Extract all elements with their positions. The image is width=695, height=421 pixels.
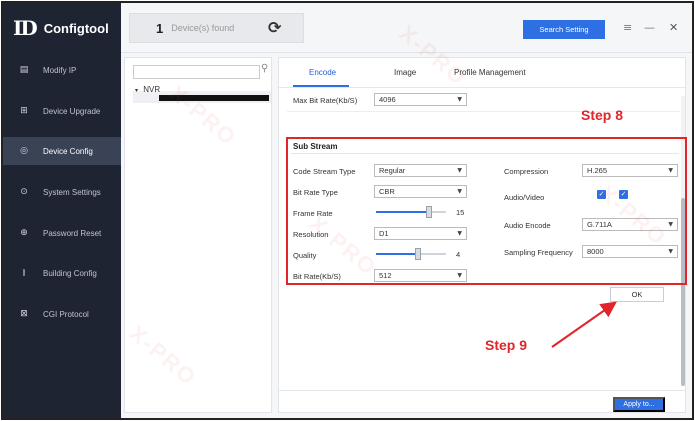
- divider: [279, 390, 685, 391]
- minimize-icon[interactable]: —: [644, 21, 655, 34]
- sidebar-item-building-config[interactable]: ⫾ Building Config: [3, 259, 121, 287]
- device-config-icon: ◎: [20, 146, 28, 156]
- chevron-down-icon[interactable]: ▾: [135, 88, 138, 94]
- sidebar-item-system-settings[interactable]: ⊙ System Settings: [3, 178, 121, 206]
- cgi-protocol-icon: ⊠: [20, 309, 28, 319]
- device-count-label: Device(s) found: [171, 23, 235, 33]
- sidebar-item-label: Password Reset: [43, 228, 102, 238]
- sidebar: ID Configtool ▤ Modify IP ⊞ Device Upgra…: [3, 3, 121, 418]
- refresh-icon[interactable]: ⟳: [268, 18, 288, 38]
- tab-bar: Encode Image Profile Management: [279, 58, 685, 88]
- sidebar-item-label: System Settings: [43, 187, 101, 197]
- device-tree-panel: ⚲ ▾ NVR: [124, 57, 272, 413]
- step9-annotation: Step 9: [485, 337, 528, 353]
- sidebar-item-label: Building Config: [43, 268, 97, 278]
- building-icon: ⫾: [22, 268, 26, 278]
- tab-image[interactable]: Image: [394, 68, 416, 77]
- sidebar-item-label: Modify IP: [43, 65, 77, 75]
- app-logo: ID Configtool: [13, 13, 109, 43]
- tree-node-redacted-device[interactable]: [159, 95, 269, 101]
- max-bit-rate-label: Max Bit Rate(Kb/S): [293, 96, 358, 105]
- max-bit-rate-value: 4096: [379, 95, 396, 104]
- sidebar-item-label: Device Config: [43, 146, 93, 156]
- device-search-input[interactable]: [133, 65, 260, 79]
- upgrade-icon: ⊞: [20, 106, 28, 116]
- system-settings-icon: ⊙: [20, 187, 28, 197]
- top-bar: 1 Device(s) found ⟳ Search Setting ≡ — ✕: [121, 3, 692, 53]
- sidebar-item-cgi-protocol[interactable]: ⊠ CGI Protocol: [3, 300, 121, 328]
- logo-icon: ID: [13, 16, 38, 40]
- tree-node-label: NVR: [143, 85, 161, 94]
- app-title: Configtool: [43, 20, 109, 36]
- sidebar-item-password-reset[interactable]: ⊕ Password Reset: [3, 219, 121, 247]
- max-bit-rate-select[interactable]: 4096 ▼: [374, 93, 467, 106]
- search-setting-button[interactable]: Search Setting: [523, 20, 605, 39]
- lock-icon: ⊕: [20, 228, 28, 238]
- sidebar-item-modify-ip[interactable]: ▤ Modify IP: [3, 56, 121, 84]
- tab-profile-management[interactable]: Profile Management: [454, 68, 526, 77]
- search-icon[interactable]: ⚲: [261, 63, 268, 74]
- device-count: 1: [156, 20, 164, 36]
- sidebar-item-label: CGI Protocol: [43, 309, 89, 319]
- close-icon[interactable]: ✕: [669, 21, 678, 34]
- modify-ip-icon: ▤: [19, 65, 29, 75]
- chevron-down-icon: ▼: [457, 96, 462, 103]
- sidebar-item-device-upgrade[interactable]: ⊞ Device Upgrade: [3, 97, 121, 125]
- sidebar-item-label: Device Upgrade: [43, 106, 101, 116]
- step8-annotation: Step 8: [581, 107, 624, 123]
- menu-icon[interactable]: ≡: [623, 21, 632, 34]
- tree-node-nvr[interactable]: ▾ NVR: [135, 85, 160, 94]
- tab-encode[interactable]: Encode: [309, 68, 336, 77]
- active-tab-indicator: [293, 85, 349, 87]
- step9-arrow-icon: [551, 301, 617, 348]
- step8-highlight-box: [286, 137, 687, 285]
- sidebar-item-device-config[interactable]: ◎ Device Config: [3, 137, 121, 165]
- apply-to-button[interactable]: Apply to...: [613, 397, 665, 412]
